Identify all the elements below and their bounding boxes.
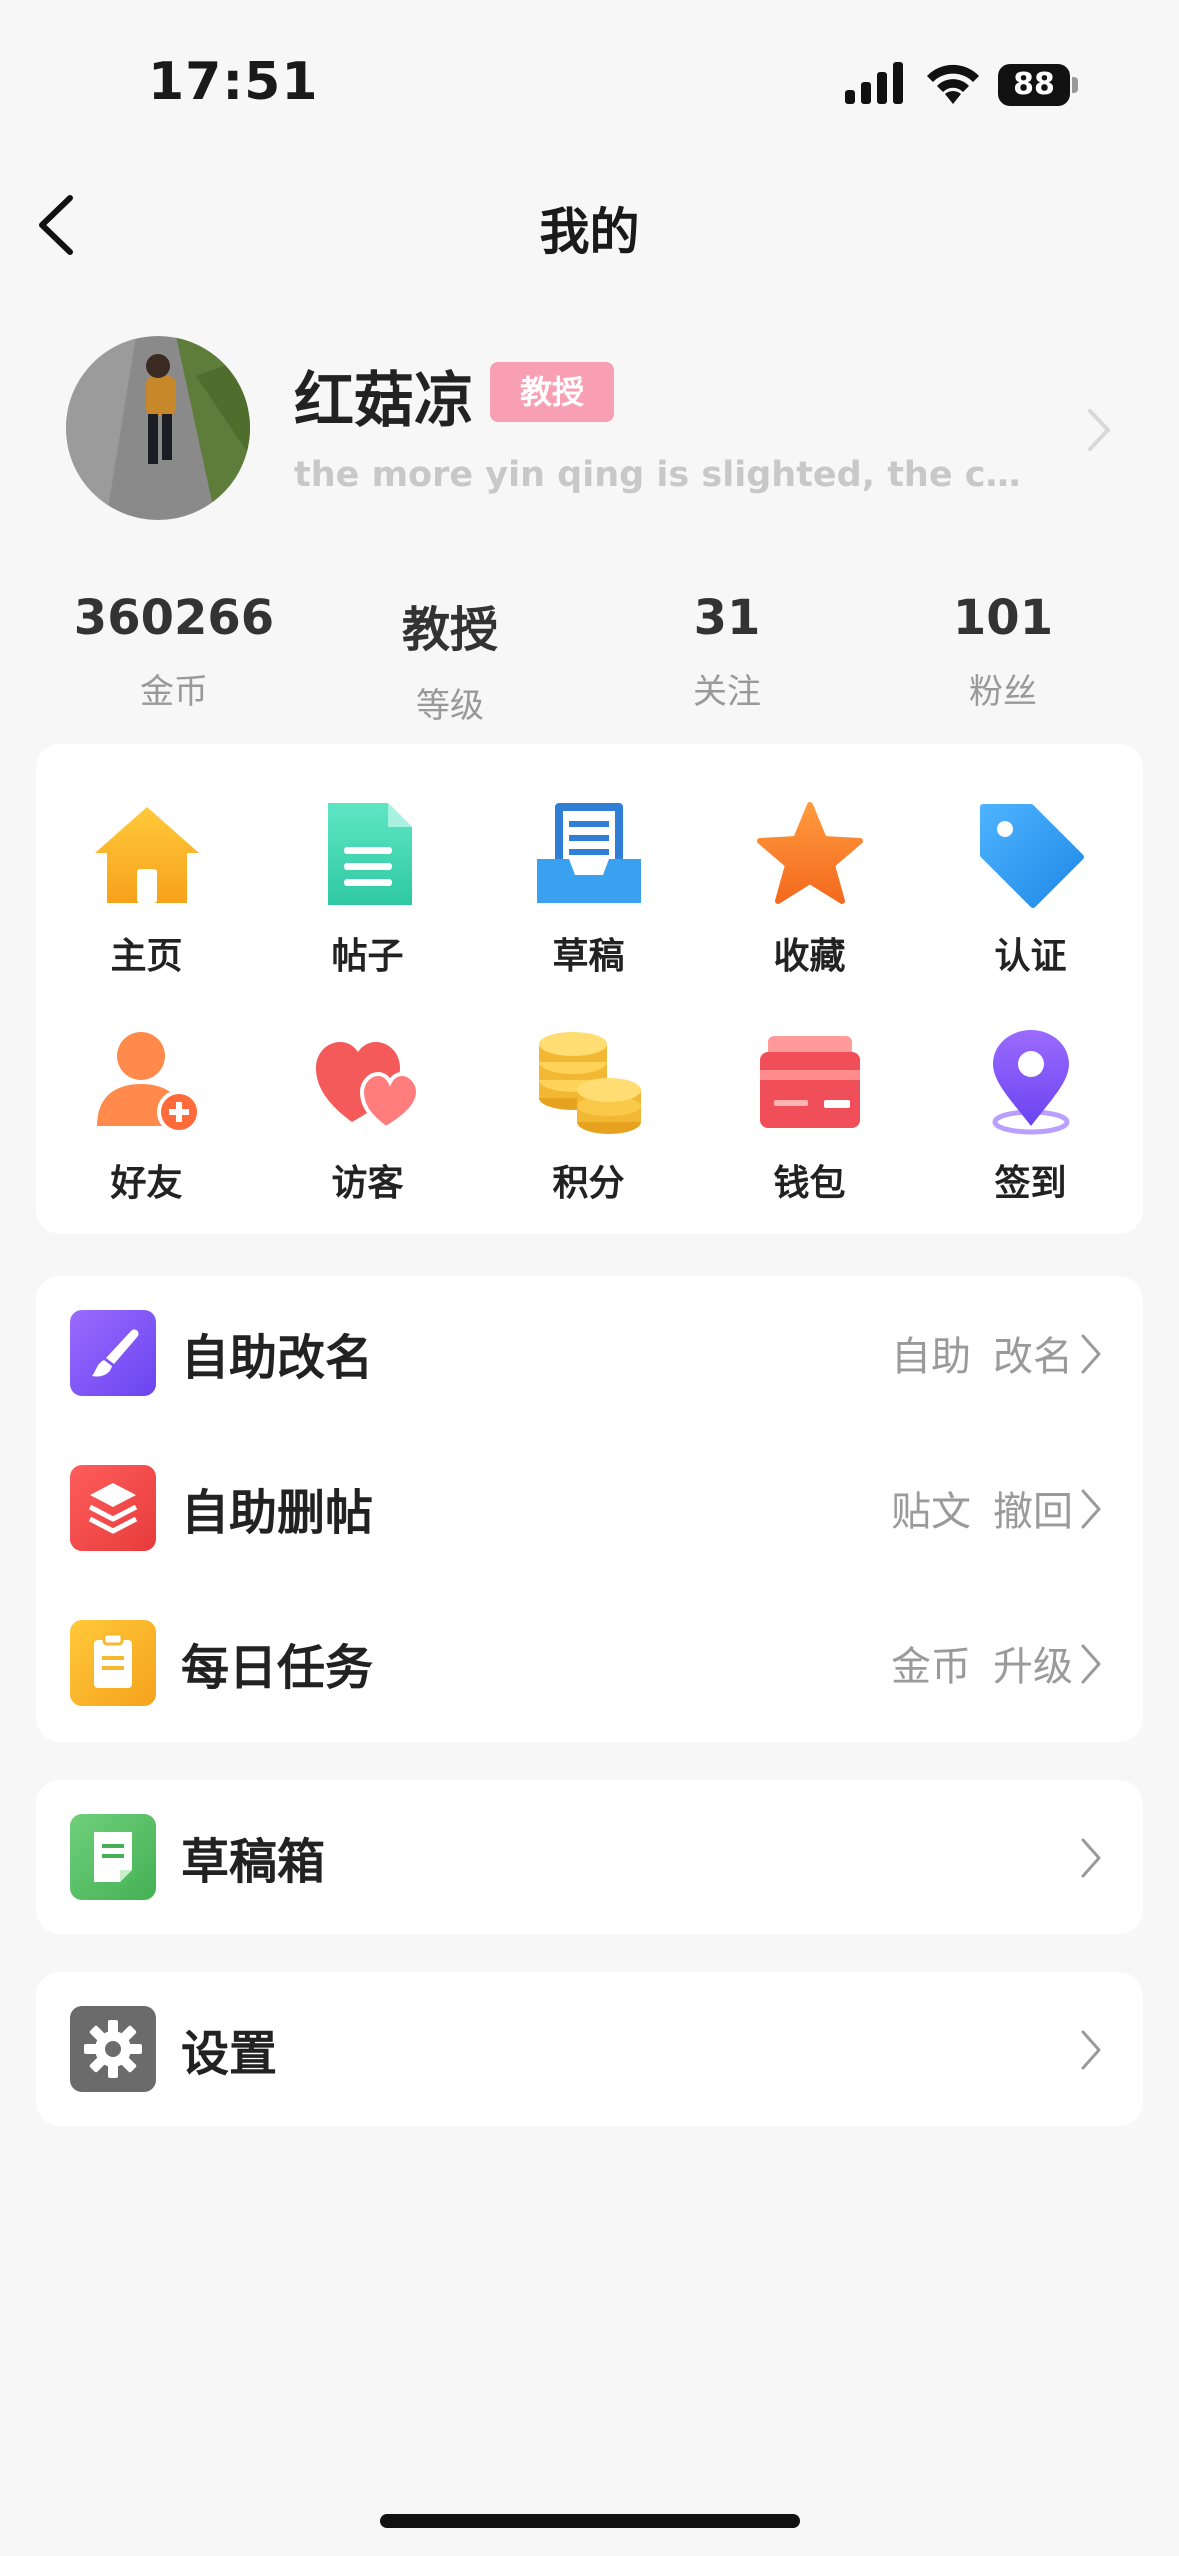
grid-label: 签到 <box>994 1163 1067 1204</box>
stat-fans[interactable]: 101 粉丝 <box>863 590 1143 713</box>
wallet-card-icon <box>759 1036 860 1128</box>
gear-icon <box>70 2006 156 2092</box>
chevron-right-icon <box>1081 2030 1101 2070</box>
drafts-menu: 草稿箱 <box>36 1780 1143 1934</box>
stat-level[interactable]: 教授 等级 <box>310 590 590 727</box>
status-bar: 17:51 88 <box>0 0 1179 170</box>
stat-label: 金币 <box>140 672 208 712</box>
brush-icon <box>70 1310 156 1396</box>
menu-row-settings[interactable]: 设置 <box>36 1972 1143 2127</box>
menu-hint: 金币 升级 <box>891 1644 1073 1690</box>
grid-item-home[interactable]: 主页 <box>36 799 257 1009</box>
stat-value: 101 <box>952 590 1054 646</box>
stat-label: 粉丝 <box>969 672 1037 712</box>
add-friend-icon <box>96 1032 201 1134</box>
grid-item-drafts[interactable]: 草稿 <box>478 799 699 1009</box>
menu-label: 自助改名 <box>181 1330 374 1386</box>
grid-item-wallet[interactable]: 钱包 <box>699 1026 920 1236</box>
menu-hint: 自助 改名 <box>891 1334 1073 1380</box>
home-indicator[interactable] <box>380 2514 800 2528</box>
grid-item-points[interactable]: 积分 <box>478 1026 699 1236</box>
location-pin-icon <box>992 1030 1069 1135</box>
profile-chevron-icon[interactable] <box>1084 405 1114 455</box>
tools-menu: 自助改名 自助 改名 自助删帖 贴文 撤回 每日任务 金币 升级 <box>36 1276 1143 1742</box>
battery-level: 88 <box>998 64 1070 106</box>
status-time: 17:51 <box>148 52 319 112</box>
profile-bio: the more yin qing is slighted, the colde… <box>294 455 1034 495</box>
cellular-signal-icon <box>845 62 903 104</box>
settings-menu: 设置 <box>36 1972 1143 2126</box>
menu-label: 设置 <box>181 2026 278 2082</box>
grid-label: 积分 <box>552 1163 625 1204</box>
menu-hint: 贴文 撤回 <box>891 1489 1073 1535</box>
menu-row-rename[interactable]: 自助改名 自助 改名 <box>36 1276 1143 1431</box>
menu-label: 每日任务 <box>181 1640 374 1696</box>
coins-icon <box>538 1032 641 1134</box>
avatar[interactable] <box>66 336 250 520</box>
stat-following[interactable]: 31 关注 <box>587 590 867 713</box>
menu-row-delete-posts[interactable]: 自助删帖 贴文 撤回 <box>36 1431 1143 1586</box>
note-icon <box>70 1814 156 1900</box>
wifi-icon <box>927 64 979 104</box>
menu-label: 自助删帖 <box>181 1485 374 1541</box>
hearts-icon <box>315 1042 420 1131</box>
level-badge: 教授 <box>490 362 614 422</box>
chevron-right-icon <box>1081 1489 1101 1529</box>
menu-row-daily-tasks[interactable]: 每日任务 金币 升级 <box>36 1586 1143 1741</box>
grid-item-favorites[interactable]: 收藏 <box>699 799 920 1009</box>
menu-label: 草稿箱 <box>181 1834 326 1890</box>
page-title: 我的 <box>539 203 640 261</box>
grid-item-friends[interactable]: 好友 <box>36 1026 257 1236</box>
layers-icon <box>70 1465 156 1551</box>
grid-label: 草稿 <box>552 936 625 977</box>
chevron-right-icon <box>1081 1644 1101 1684</box>
menu-row-draft-box[interactable]: 草稿箱 <box>36 1780 1143 1935</box>
feature-grid: 主页 帖子 草稿 收藏 认证 好友 访客 积分 钱包 签到 <box>36 744 1143 1234</box>
grid-label: 钱包 <box>773 1163 846 1204</box>
stat-value: 教授 <box>401 602 498 658</box>
stat-value: 31 <box>693 590 761 646</box>
tag-icon <box>979 804 1084 908</box>
grid-label: 认证 <box>994 936 1067 977</box>
chevron-right-icon <box>1081 1838 1101 1878</box>
home-icon <box>94 807 199 903</box>
grid-label: 帖子 <box>331 936 404 977</box>
grid-label: 收藏 <box>773 936 846 977</box>
stat-value: 360266 <box>73 590 275 646</box>
stat-coins[interactable]: 360266 金币 <box>34 590 314 713</box>
stat-label: 等级 <box>416 686 484 726</box>
grid-item-verify[interactable]: 认证 <box>920 799 1141 1009</box>
stat-label: 关注 <box>693 672 761 712</box>
grid-item-posts[interactable]: 帖子 <box>257 799 478 1009</box>
draft-tray-icon <box>536 803 641 903</box>
chevron-right-icon <box>1081 1334 1101 1374</box>
grid-item-visitors[interactable]: 访客 <box>257 1026 478 1236</box>
username: 红菇凉 <box>294 366 474 436</box>
grid-label: 好友 <box>110 1163 183 1204</box>
grid-item-checkin[interactable]: 签到 <box>920 1026 1141 1236</box>
grid-label: 主页 <box>110 936 183 977</box>
clipboard-icon <box>70 1620 156 1706</box>
document-icon <box>327 803 412 905</box>
battery-icon: 88 <box>998 64 1078 106</box>
grid-label: 访客 <box>331 1163 404 1204</box>
star-icon <box>756 802 863 904</box>
